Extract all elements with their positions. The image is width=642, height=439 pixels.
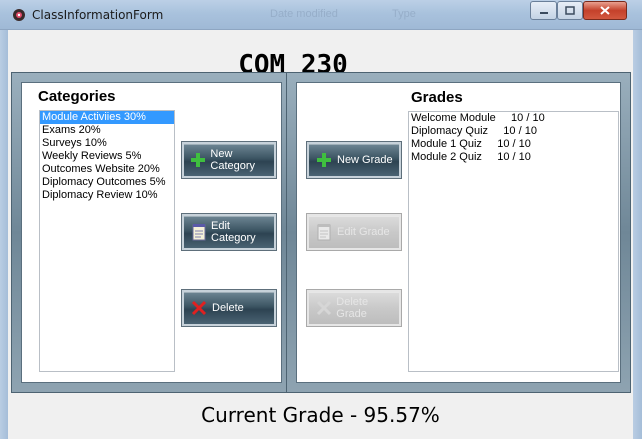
list-item[interactable]: Diplomacy Review 10% <box>40 189 174 202</box>
x-icon <box>315 299 332 317</box>
maximize-icon <box>565 6 575 15</box>
list-item[interactable]: Diplomacy Quiz 10 / 10 <box>409 125 618 138</box>
close-icon <box>600 6 610 15</box>
delete-category-button[interactable]: Delete <box>181 289 277 327</box>
delete-category-label: Delete <box>212 302 244 314</box>
list-item[interactable]: Diplomacy Outcomes 5% <box>40 176 174 189</box>
list-item[interactable]: Welcome Module 10 / 10 <box>409 112 618 125</box>
form-client-area: COM 230 Categories Module Activiies 30% … <box>8 30 633 439</box>
minimize-button[interactable] <box>530 1 557 20</box>
grades-panel-inner: Grades Welcome Module 10 / 10 Diplomacy … <box>296 82 621 383</box>
edit-category-button[interactable]: Edit Category <box>181 213 277 251</box>
title-bar[interactable]: ClassInformationForm Date modified Type <box>0 0 642 30</box>
plus-icon <box>190 151 206 169</box>
grades-panel: Grades Welcome Module 10 / 10 Diplomacy … <box>286 72 631 393</box>
delete-grade-button[interactable]: Delete Grade <box>306 289 402 327</box>
notepad-icon <box>190 223 207 241</box>
new-category-label: New Category <box>210 148 256 172</box>
list-item[interactable]: Outcomes Website 20% <box>40 163 174 176</box>
list-item[interactable]: Module 1 Quiz 10 / 10 <box>409 138 618 151</box>
list-item[interactable]: Module 2 Quiz 10 / 10 <box>409 151 618 164</box>
new-grade-label: New Grade <box>337 154 393 166</box>
window-title: ClassInformationForm <box>32 8 164 22</box>
new-grade-button[interactable]: New Grade <box>306 141 402 179</box>
app-icon <box>13 9 25 21</box>
plus-icon <box>315 151 333 169</box>
background-column-label: Type <box>392 8 416 20</box>
current-grade-label: Current Grade - 95.57% <box>201 403 440 427</box>
categories-heading: Categories <box>38 88 116 105</box>
list-item[interactable]: Exams 20% <box>40 124 174 137</box>
notepad-icon <box>315 223 333 241</box>
grades-list[interactable]: Welcome Module 10 / 10 Diplomacy Quiz 10… <box>408 111 619 372</box>
grades-heading: Grades <box>411 89 463 106</box>
delete-grade-label: Delete Grade <box>336 296 369 320</box>
edit-category-label: Edit Category <box>211 220 256 244</box>
list-item[interactable]: Weekly Reviews 5% <box>40 150 174 163</box>
window-frame-right <box>633 30 642 439</box>
list-item[interactable]: Surveys 10% <box>40 137 174 150</box>
edit-grade-button[interactable]: Edit Grade <box>306 213 402 251</box>
list-item[interactable]: Module Activiies 30% <box>40 111 174 124</box>
close-button[interactable] <box>583 1 627 20</box>
background-column-label: Date modified <box>270 8 338 20</box>
x-icon <box>190 299 208 317</box>
edit-grade-label: Edit Grade <box>337 226 390 238</box>
maximize-button[interactable] <box>557 1 583 20</box>
categories-list[interactable]: Module Activiies 30% Exams 20% Surveys 1… <box>39 110 175 372</box>
minimize-icon <box>539 11 548 14</box>
new-category-button[interactable]: New Category <box>181 141 277 179</box>
categories-panel: Categories Module Activiies 30% Exams 20… <box>11 72 292 393</box>
window-frame-left <box>0 30 8 439</box>
categories-panel-inner: Categories Module Activiies 30% Exams 20… <box>21 82 282 383</box>
